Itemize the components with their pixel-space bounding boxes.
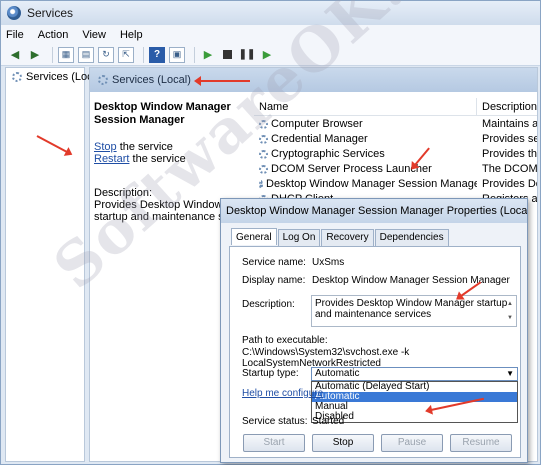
description-field-text: Provides Desktop Window Manager startup … xyxy=(315,298,508,320)
restart-service-link[interactable]: Restart xyxy=(94,153,129,165)
toolbar-separator xyxy=(52,46,53,63)
service-name: Cryptographic Services xyxy=(271,148,385,160)
annotation-arrow xyxy=(194,76,250,86)
gear-icon xyxy=(259,165,268,174)
tab-dependencies[interactable]: Dependencies xyxy=(374,229,449,246)
gear-icon xyxy=(259,150,268,159)
resume-button[interactable]: Resume xyxy=(450,434,512,452)
table-row[interactable]: Credential Manager Provides se xyxy=(254,132,537,147)
pane-header-title: Services (Local) xyxy=(112,74,191,86)
forward-arrow-icon[interactable]: ▶ xyxy=(27,47,43,63)
properties-icon[interactable]: ▤ xyxy=(78,46,94,63)
toolbar-separator xyxy=(143,46,144,63)
service-description: Provides th xyxy=(482,148,537,160)
service-name: Desktop Window Manager Session Manager xyxy=(266,178,477,190)
tab-general[interactable]: General xyxy=(231,228,277,245)
pause-button[interactable]: Pause xyxy=(381,434,443,452)
refresh-icon[interactable]: ↻ xyxy=(98,46,114,63)
menu-action[interactable]: Action xyxy=(38,29,69,41)
startup-type-label: Startup type: xyxy=(242,368,299,379)
gear-icon xyxy=(259,180,263,189)
path-value: C:\Windows\System32\svchost.exe -k Local… xyxy=(242,347,410,369)
table-row[interactable]: Cryptographic Services Provides th xyxy=(254,147,537,162)
gear-icon xyxy=(98,75,108,85)
path-label: Path to executable: xyxy=(242,335,328,346)
service-status-value: Started xyxy=(312,416,345,427)
menu-help[interactable]: Help xyxy=(120,29,143,41)
back-arrow-icon[interactable]: ◀ xyxy=(7,47,23,63)
service-description: Provides De xyxy=(482,178,537,190)
service-description: The DCOM xyxy=(482,163,537,175)
gear-icon xyxy=(12,72,22,82)
tab-log-on[interactable]: Log On xyxy=(277,229,321,246)
menu-bar: File Action View Help xyxy=(1,25,540,44)
table-row[interactable]: Desktop Window Manager Session Manager P… xyxy=(254,177,537,192)
menu-view[interactable]: View xyxy=(82,29,106,41)
stop-service-icon[interactable] xyxy=(223,50,232,59)
service-description: Provides se xyxy=(482,133,537,145)
column-description-header[interactable]: Description xyxy=(477,98,537,115)
properties-dialog: Desktop Window Manager Session Manager P… xyxy=(220,198,528,463)
stop-button[interactable]: Stop xyxy=(312,434,374,452)
startup-type-select[interactable]: Automatic ▼ xyxy=(311,367,518,381)
table-row[interactable]: DCOM Server Process Launcher The DCOM xyxy=(254,162,537,177)
service-description: Maintains a xyxy=(482,118,537,130)
stop-service-link[interactable]: Stop xyxy=(94,141,117,153)
dialog-tabs: General Log On Recovery Dependencies xyxy=(231,228,450,246)
start-service-icon[interactable]: ▶ xyxy=(200,47,216,63)
scroll-arrows-icon[interactable]: ▲ ▼ xyxy=(507,297,515,325)
tree-item-services-local[interactable]: Services (Local xyxy=(12,71,101,83)
general-tab-content: Service name: UxSms Display name: Deskto… xyxy=(229,246,521,458)
export-list-icon[interactable]: ⇱ xyxy=(118,46,134,63)
services-app-icon xyxy=(7,6,21,20)
dropdown-arrow-icon[interactable]: ▼ xyxy=(506,368,514,380)
title-bar: Services xyxy=(1,1,540,25)
services-window: Services File Action View Help ◀ ▶ ▦ ▤ ↻… xyxy=(0,0,541,465)
start-button[interactable]: Start xyxy=(243,434,305,452)
dialog-title: Desktop Window Manager Session Manager P… xyxy=(221,199,527,223)
help-icon[interactable]: ? xyxy=(149,46,165,63)
toolbar-separator xyxy=(194,46,195,63)
show-hide-icon[interactable]: ▣ xyxy=(169,46,185,63)
display-name-label: Display name: xyxy=(242,275,306,286)
tab-recovery[interactable]: Recovery xyxy=(321,229,374,246)
service-status-label: Service status: xyxy=(242,416,308,427)
table-row[interactable]: Computer Browser Maintains a xyxy=(254,117,537,132)
service-name-value: UxSms xyxy=(312,257,345,268)
service-name: Credential Manager xyxy=(271,133,368,145)
help-configure-link[interactable]: Help me configure xyxy=(242,388,323,399)
display-name-field[interactable]: Desktop Window Manager Session Manager xyxy=(312,275,510,286)
window-title: Services xyxy=(27,6,74,20)
description-field-label: Description: xyxy=(242,299,295,310)
menu-file[interactable]: File xyxy=(6,29,24,41)
startup-type-value: Automatic xyxy=(315,368,360,379)
description-field[interactable]: Provides Desktop Window Manager startup … xyxy=(311,295,517,327)
console-tree-icon[interactable]: ▦ xyxy=(58,46,74,63)
service-name-label: Service name: xyxy=(242,257,306,268)
